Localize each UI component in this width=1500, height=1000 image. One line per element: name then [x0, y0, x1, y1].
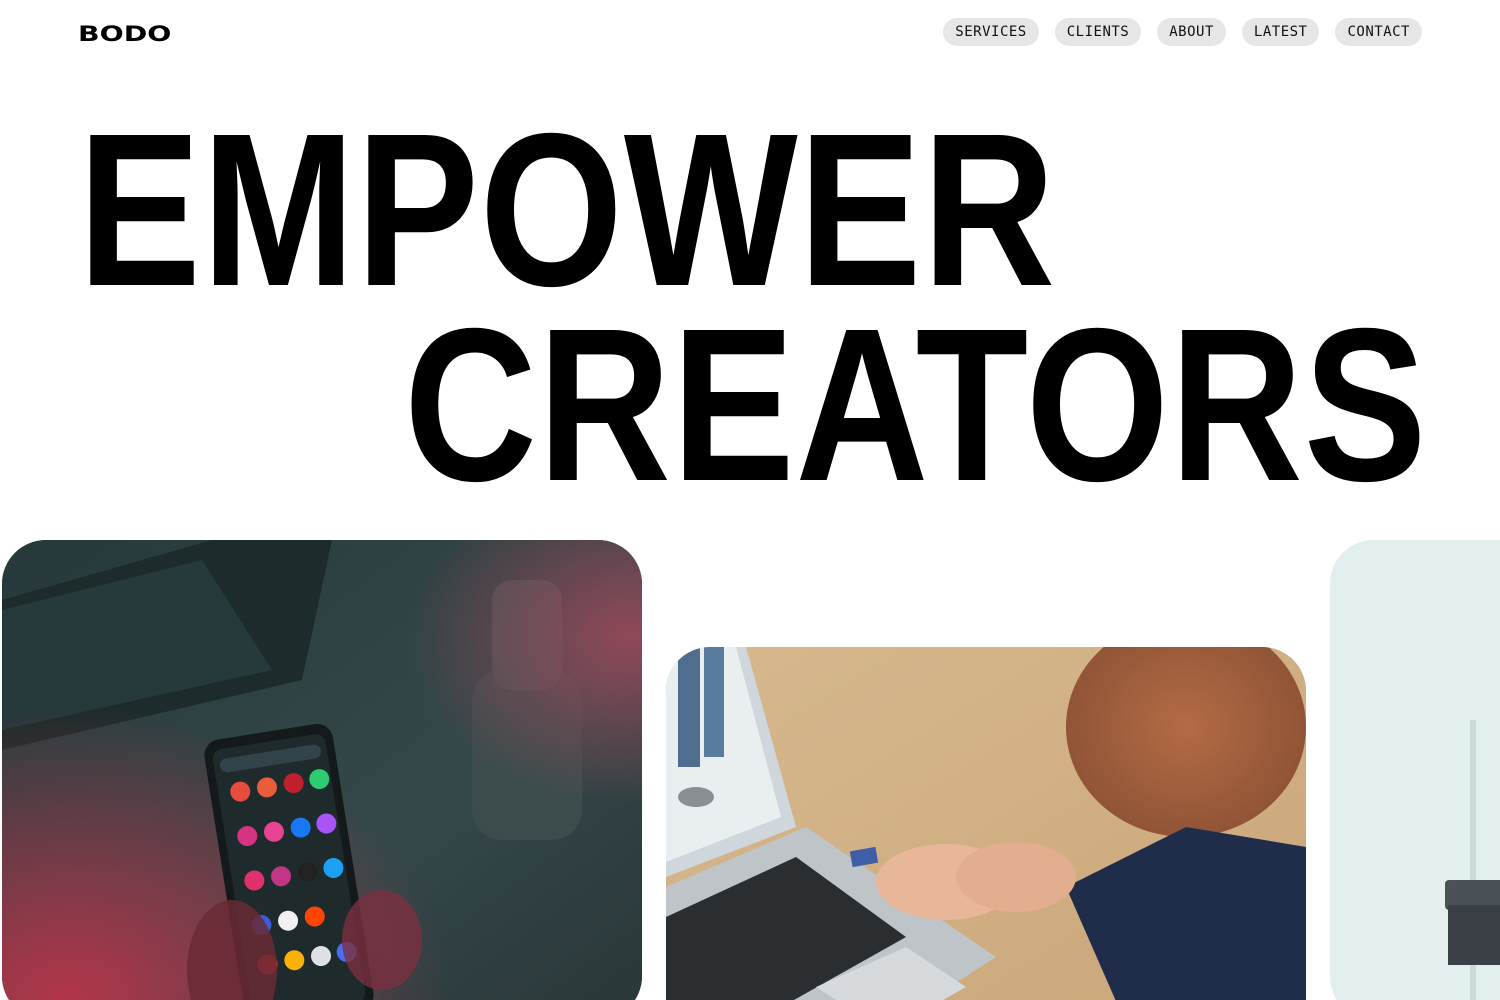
- nav-services[interactable]: SERVICES: [943, 18, 1039, 46]
- nav-latest[interactable]: LATEST: [1241, 18, 1320, 46]
- nav-contact[interactable]: CONTACT: [1335, 18, 1422, 46]
- image-card-phone[interactable]: [2, 540, 642, 1000]
- laptop-photo: [666, 647, 1306, 1000]
- image-card-partial[interactable]: [1330, 540, 1500, 1000]
- phone-photo: [2, 540, 642, 1000]
- main-nav: SERVICES CLIENTS ABOUT LATEST CONTACT: [943, 18, 1422, 46]
- logo[interactable]: BODO: [78, 22, 171, 46]
- partial-photo: [1330, 540, 1500, 1000]
- nav-about[interactable]: ABOUT: [1157, 18, 1226, 46]
- image-card-laptop[interactable]: [666, 647, 1306, 1000]
- nav-clients[interactable]: CLIENTS: [1054, 18, 1142, 46]
- page: BODO SERVICES CLIENTS ABOUT LATEST CONTA…: [0, 0, 1500, 1000]
- hero-line-2: CREATORS: [404, 284, 1428, 527]
